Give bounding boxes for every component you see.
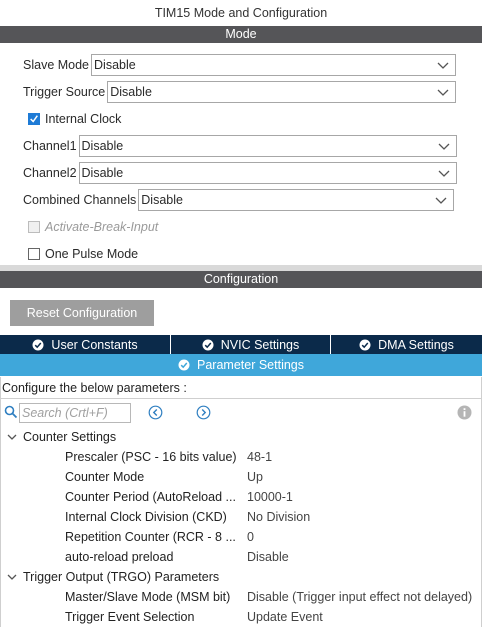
param-row[interactable]: Counter Period (AutoReload ... 10000-1 (65, 487, 293, 507)
internal-clock-checkbox[interactable] (28, 113, 40, 125)
param-name: Prescaler (PSC - 16 bits value) (65, 450, 237, 464)
param-name: Master/Slave Mode (MSM bit) (65, 590, 231, 604)
config-tab-bar: User Constants NVIC Settings DMA Setting… (0, 335, 482, 354)
configuration-section-header: Configuration (0, 271, 482, 288)
internal-clock-label: Internal Clock (45, 112, 122, 126)
divider (0, 398, 482, 399)
slave-mode-row: Slave Mode Disable (23, 54, 457, 76)
check-circle-icon (202, 339, 214, 350)
trigger-source-label: Trigger Source (23, 85, 106, 99)
param-row[interactable]: Prescaler (PSC - 16 bits value) 48-1 (65, 447, 272, 467)
channel2-value: Disable (81, 166, 124, 180)
chevron-down-icon (7, 574, 17, 580)
param-name: Trigger Event Selection (65, 610, 195, 624)
reset-configuration-button[interactable]: Reset Configuration (10, 300, 154, 326)
channel1-label: Channel1 (23, 139, 77, 153)
group-label: Counter Settings (23, 430, 117, 444)
previous-match-icon[interactable] (148, 405, 163, 420)
param-row[interactable]: auto-reload preload Disable (65, 547, 289, 567)
param-value: Update Event (247, 610, 323, 624)
one-pulse-mode-label: One Pulse Mode (45, 247, 139, 261)
param-value: 10000-1 (247, 490, 293, 504)
chevron-down-icon (438, 170, 449, 177)
combined-channels-label: Combined Channels (23, 193, 137, 207)
param-row[interactable]: Repetition Counter (RCR - 8 ... 0 (65, 527, 254, 547)
chevron-down-icon (435, 197, 447, 204)
param-name: Repetition Counter (RCR - 8 ... (65, 530, 236, 544)
param-value: Disable (247, 550, 289, 564)
channel2-row: Channel2 Disable (23, 162, 457, 184)
check-icon (30, 115, 38, 123)
mode-section-header: Mode (0, 26, 482, 43)
chevron-down-icon (438, 143, 449, 150)
chevron-down-icon (7, 434, 17, 440)
tab-dma-settings[interactable]: DMA Settings (330, 335, 482, 354)
param-name: auto-reload preload (65, 550, 174, 564)
check-circle-icon (359, 339, 371, 350)
param-name: Counter Period (AutoReload ... (65, 490, 236, 504)
slave-mode-value: Disable (94, 58, 136, 72)
channel1-value: Disable (81, 139, 124, 153)
combined-channels-row: Combined Channels Disable (23, 189, 455, 211)
search-input[interactable] (19, 403, 131, 423)
param-name: Counter Mode (65, 470, 145, 484)
next-match-icon[interactable] (196, 405, 211, 420)
trigger-source-row: Trigger Source Disable (23, 81, 457, 103)
group-label: Trigger Output (TRGO) Parameters (23, 570, 220, 584)
param-value: Disable (Trigger input effect not delaye… (247, 590, 473, 604)
tab-parameter-settings[interactable]: Parameter Settings (0, 354, 482, 376)
channel1-select[interactable]: Disable (78, 135, 457, 157)
channel2-label: Channel2 (23, 166, 77, 180)
window-title: TIM15 Mode and Configuration (154, 6, 328, 20)
tab-label: NVIC Settings (220, 337, 300, 352)
tab-label: DMA Settings (378, 337, 454, 352)
channel2-select[interactable]: Disable (78, 162, 457, 184)
channel1-row: Channel1 Disable (23, 135, 457, 157)
activate-break-input-row: Activate-Break-Input (28, 219, 158, 235)
combined-channels-select[interactable]: Disable (138, 189, 455, 211)
param-value: Up (247, 470, 263, 484)
slave-mode-select[interactable]: Disable (91, 54, 457, 76)
param-row[interactable]: Trigger Event Selection Update Event (65, 607, 323, 627)
activate-break-input-label: Activate-Break-Input (45, 220, 159, 234)
param-row[interactable]: Internal Clock Division (CKD) No Divisio… (65, 507, 310, 527)
check-circle-icon (32, 339, 44, 350)
param-value: 0 (247, 530, 254, 544)
activate-break-input-checkbox (28, 221, 40, 233)
configure-instructions: Configure the below parameters : (2, 381, 187, 395)
tree-group-counter-settings[interactable]: Counter Settings (7, 427, 116, 447)
tab-label: Parameter Settings (197, 358, 304, 372)
param-name: Internal Clock Division (CKD) (65, 510, 227, 524)
param-row[interactable]: Master/Slave Mode (MSM bit) Disable (Tri… (65, 587, 472, 607)
info-icon[interactable] (457, 405, 472, 420)
param-row[interactable]: Counter Mode Up (65, 467, 263, 487)
tab-label: User Constants (51, 337, 138, 352)
param-value: No Division (247, 510, 311, 524)
slave-mode-label: Slave Mode (23, 58, 90, 72)
tab-nvic-settings[interactable]: NVIC Settings (170, 335, 330, 354)
param-value: 48-1 (247, 450, 273, 464)
combined-channels-value: Disable (141, 193, 183, 207)
chevron-down-icon (437, 89, 449, 96)
search-icon (4, 405, 18, 419)
one-pulse-mode-row[interactable]: One Pulse Mode (28, 246, 138, 262)
internal-clock-row[interactable]: Internal Clock (28, 111, 121, 127)
trigger-source-value: Disable (110, 85, 152, 99)
tab-user-constants[interactable]: User Constants (0, 335, 170, 354)
tree-group-trigger-output[interactable]: Trigger Output (TRGO) Parameters (7, 567, 219, 587)
one-pulse-mode-checkbox[interactable] (28, 248, 40, 260)
check-circle-icon (178, 359, 190, 371)
chevron-down-icon (437, 62, 449, 69)
trigger-source-select[interactable]: Disable (107, 81, 457, 103)
